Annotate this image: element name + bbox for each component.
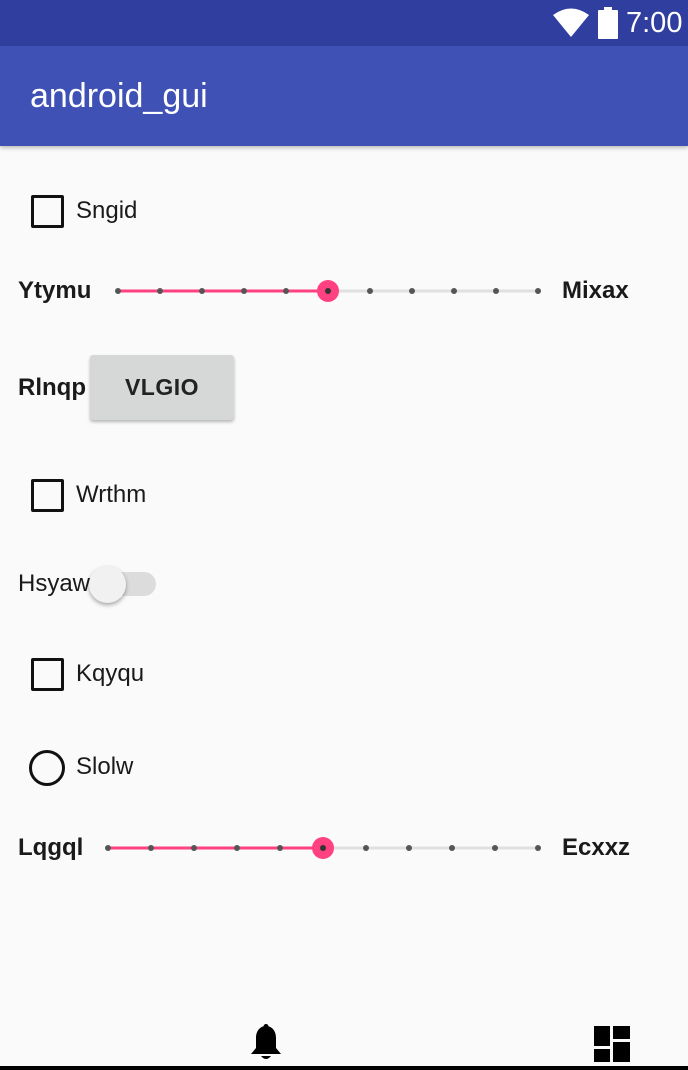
- slider-tick: [363, 845, 369, 851]
- slider-tick: [157, 288, 163, 294]
- bell-icon[interactable]: [249, 1024, 283, 1062]
- app-title: android_gui: [30, 77, 208, 115]
- slider-tick: [535, 845, 541, 851]
- slider-tick: [234, 845, 240, 851]
- slider-tick: [105, 845, 111, 851]
- checkbox-wrthm-label: Wrthm: [76, 481, 147, 508]
- slider-ytymu-end-label: Mixax: [562, 277, 629, 304]
- slider-tick: [535, 288, 541, 294]
- checkbox-sngid-label: Sngid: [76, 197, 138, 224]
- checkbox-sngid[interactable]: [31, 195, 64, 228]
- status-bar: 7:00: [0, 0, 688, 46]
- slider-thumb-dot: [325, 288, 331, 294]
- slider-tick: [148, 845, 154, 851]
- radio-slolw-label: Slolw: [76, 753, 134, 780]
- app-bar: android_gui: [0, 46, 688, 146]
- slider-tick: [409, 288, 415, 294]
- slider-tick: [241, 288, 247, 294]
- checkbox-kqyqu-label: Kqyqu: [76, 660, 145, 687]
- slider-tick: [451, 288, 457, 294]
- slider-tick: [367, 288, 373, 294]
- slider-tick: [199, 288, 205, 294]
- battery-icon: [598, 7, 618, 39]
- wifi-icon: [553, 8, 589, 37]
- slider-tick: [493, 288, 499, 294]
- status-time: 7:00: [626, 7, 683, 39]
- slider-ytymu-start-label: Ytymu: [18, 277, 92, 304]
- slider-tick: [406, 845, 412, 851]
- slider-lqgql-start-label: Lqgql: [18, 834, 84, 861]
- switch-hsyaw-thumb[interactable]: [89, 566, 126, 603]
- bottom-nav: [0, 1014, 688, 1070]
- slider-tick: [492, 845, 498, 851]
- slider-tick: [277, 845, 283, 851]
- switch-hsyaw-label: Hsyaw: [18, 570, 91, 597]
- slider-tick: [115, 288, 121, 294]
- slider-lqgql-end-label: Ecxxz: [562, 834, 631, 861]
- dashboard-icon[interactable]: [594, 1026, 630, 1062]
- slider-tick: [449, 845, 455, 851]
- nav-divider: [0, 1066, 688, 1070]
- button-row-label: Rlnqp: [18, 374, 86, 401]
- slider-lqgql[interactable]: [98, 833, 548, 863]
- slider-ytymu[interactable]: [108, 276, 548, 306]
- slider-tick: [191, 845, 197, 851]
- checkbox-wrthm[interactable]: [31, 479, 64, 512]
- vlgio-button[interactable]: VLGIO: [90, 355, 234, 420]
- checkbox-kqyqu[interactable]: [31, 658, 64, 691]
- slider-tick: [283, 288, 289, 294]
- slider-thumb-dot: [320, 845, 326, 851]
- radio-slolw[interactable]: [29, 750, 65, 786]
